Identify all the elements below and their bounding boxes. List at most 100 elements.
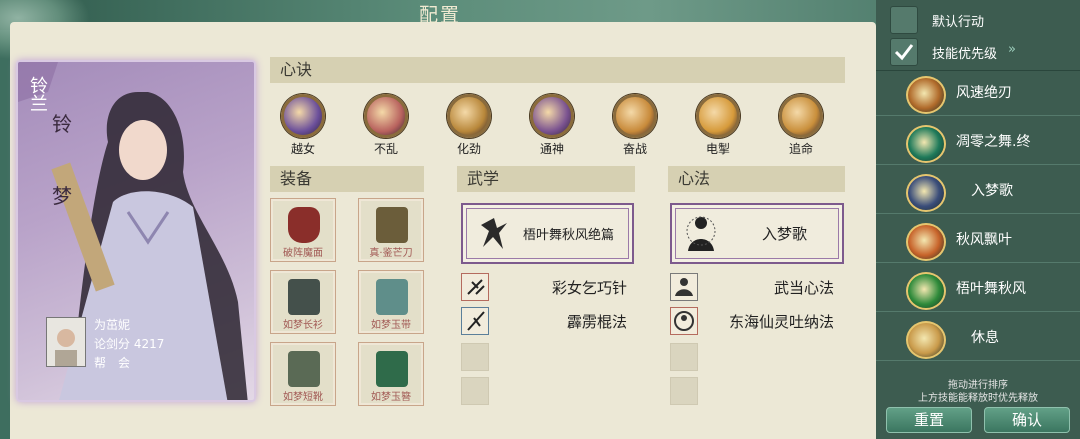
equipment-label: 如梦玉簪 bbox=[371, 392, 411, 403]
priority-skill-item-3[interactable]: 秋风飘叶 bbox=[876, 219, 1080, 263]
priority-skill-item-4[interactable]: 梧叶舞秋风 bbox=[876, 268, 1080, 312]
default-action-checkbox[interactable] bbox=[890, 6, 918, 34]
xinfa-empty-slot-4[interactable] bbox=[670, 377, 698, 405]
equipment-slot-4[interactable]: 如梦短靴 bbox=[270, 342, 336, 406]
score-value: 4217 bbox=[133, 337, 165, 351]
skill-icon bbox=[906, 321, 946, 359]
character-card: 铃兰 铃 梦 为茁妮 论剑分 4217 帮 会 bbox=[16, 60, 256, 402]
meditating-figure-icon bbox=[686, 216, 716, 251]
xinfa-row-1[interactable]: 武当心法 bbox=[704, 277, 834, 298]
wuxue-slot-2[interactable] bbox=[461, 307, 489, 335]
xinjue-skill-row: 越女 不乱 化劲 通神 奋战 电掣 追命 bbox=[268, 94, 848, 160]
lotus-sage-icon bbox=[674, 311, 694, 331]
warrior-icon bbox=[613, 94, 657, 138]
xinjue-skill-6[interactable]: 追命 bbox=[766, 94, 836, 160]
xinjue-skill-2[interactable]: 化劲 bbox=[434, 94, 504, 160]
wuxue-row-2[interactable]: 霹雳棍法 bbox=[495, 311, 627, 332]
xinjue-skill-label: 化劲 bbox=[456, 142, 481, 156]
section-header-xinfa: 心法 bbox=[668, 166, 845, 192]
swordsman-icon bbox=[481, 218, 507, 249]
master-name: 为茁妮 bbox=[94, 318, 131, 332]
saber-icon bbox=[376, 207, 408, 243]
score-label: 论剑分 bbox=[94, 337, 131, 351]
skill-priority-label[interactable]: 技能优先级 bbox=[932, 43, 997, 62]
section-header-equipment: 装备 bbox=[270, 166, 424, 192]
character-title-vertical-2: 梦 bbox=[52, 184, 72, 208]
equipment-slot-5[interactable]: 如梦玉簪 bbox=[358, 342, 424, 406]
score-row: 论剑分 4217 bbox=[94, 335, 164, 352]
hairpin-icon bbox=[376, 351, 408, 387]
xinjue-skill-label: 越女 bbox=[290, 142, 315, 156]
wuxue-empty-slot-4[interactable] bbox=[461, 377, 489, 405]
skill-priority-sidebar: 默认行动 技能优先级 » 风速绝刃 凋零之舞.终 入梦歌 秋风飘叶 梧叶舞秋风 休息 拖动… bbox=[876, 0, 1080, 439]
priority-skill-label: 秋风飘叶 bbox=[956, 232, 1012, 248]
xinjue-skill-label: 电掣 bbox=[705, 142, 730, 156]
staff-figure-icon bbox=[467, 311, 485, 331]
priority-skill-item-0[interactable]: 风速绝刃 bbox=[876, 72, 1080, 116]
section-header-xinjue: 心诀 bbox=[270, 57, 845, 83]
equipment-label: 如梦短靴 bbox=[283, 392, 323, 403]
equipment-label: 如梦长衫 bbox=[283, 320, 323, 331]
skill-icon bbox=[906, 125, 946, 163]
priority-skill-label: 入梦歌 bbox=[971, 183, 1013, 199]
xinjue-skill-label: 奋战 bbox=[622, 142, 647, 156]
seated-sage-icon bbox=[675, 278, 693, 296]
equipment-slot-3[interactable]: 如梦玉带 bbox=[358, 270, 424, 334]
chevron-right-icon[interactable]: » bbox=[1008, 42, 1016, 57]
confirm-button[interactable]: 确认 bbox=[984, 407, 1070, 433]
xinjue-skill-label: 不乱 bbox=[373, 142, 398, 156]
xinfa-main-card[interactable]: 入梦歌 bbox=[670, 203, 844, 264]
equipment-slot-0[interactable]: 破阵魔面 bbox=[270, 198, 336, 262]
xinjue-skill-0[interactable]: 越女 bbox=[268, 94, 338, 160]
priority-skill-item-5[interactable]: 休息 bbox=[876, 317, 1080, 361]
wuxue-slot-1[interactable] bbox=[461, 273, 489, 301]
wuxue-empty-slot-3[interactable] bbox=[461, 343, 489, 371]
skill-icon bbox=[906, 223, 946, 261]
character-name-vertical: 铃兰 bbox=[27, 76, 48, 112]
xinfa-slot-2[interactable] bbox=[670, 307, 698, 335]
boots-icon bbox=[288, 351, 320, 387]
priority-skill-label: 梧叶舞秋风 bbox=[956, 281, 1026, 297]
xinfa-empty-slot-3[interactable] bbox=[670, 343, 698, 371]
wuxue-main-card[interactable]: 梧叶舞秋风绝篇 bbox=[461, 203, 634, 264]
dash-icon bbox=[779, 94, 823, 138]
demon-mask-icon bbox=[288, 207, 320, 243]
sidebar-divider bbox=[876, 70, 1080, 71]
xinfa-row-2[interactable]: 东海仙灵吐纳法 bbox=[704, 311, 834, 332]
skill-icon bbox=[906, 174, 946, 212]
character-title-vertical-1: 铃 bbox=[52, 112, 72, 136]
guild-label: 帮 会 bbox=[94, 356, 131, 370]
default-action-label[interactable]: 默认行动 bbox=[932, 11, 984, 30]
skill-icon bbox=[906, 272, 946, 310]
xinfa-slot-1[interactable] bbox=[670, 273, 698, 301]
reset-button[interactable]: 重置 bbox=[886, 407, 972, 433]
meditating-figure-icon bbox=[364, 94, 408, 138]
xinjue-skill-3[interactable]: 通神 bbox=[517, 94, 587, 160]
equipment-label: 如梦玉带 bbox=[371, 320, 411, 331]
wuxue-row-1[interactable]: 彩女乞巧针 bbox=[495, 277, 627, 298]
priority-skill-item-2[interactable]: 入梦歌 bbox=[876, 170, 1080, 214]
jade-belt-icon bbox=[376, 279, 408, 315]
section-header-wuxue: 武学 bbox=[457, 166, 635, 192]
sort-hint-line-2: 上方技能能释放时优先释放 bbox=[918, 393, 1038, 404]
xinjue-skill-5[interactable]: 电掣 bbox=[683, 94, 753, 160]
xinjue-skill-4[interactable]: 奋战 bbox=[600, 94, 670, 160]
monk-avatar-icon bbox=[55, 329, 77, 366]
page-title: 配置 bbox=[418, 4, 461, 26]
master-avatar[interactable] bbox=[46, 317, 86, 367]
swirl-icon bbox=[447, 94, 491, 138]
skill-priority-checkbox[interactable] bbox=[890, 38, 918, 66]
priority-skill-item-1[interactable]: 凋零之舞.终 bbox=[876, 121, 1080, 165]
equipment-label: 破阵魔面 bbox=[283, 248, 323, 259]
equipment-label: 真·鉴芒刀 bbox=[369, 248, 413, 259]
lightning-bracket-icon bbox=[696, 94, 740, 138]
xinjue-skill-1[interactable]: 不乱 bbox=[351, 94, 421, 160]
xinjue-skill-label: 追命 bbox=[788, 142, 813, 156]
needle-figure-icon bbox=[467, 279, 485, 295]
priority-skill-label: 凋零之舞.终 bbox=[956, 134, 1031, 150]
priority-skill-list: 风速绝刃凋零之舞.终 入梦歌秋风飘叶梧叶舞秋风休息 bbox=[876, 72, 1080, 368]
wuxue-main-label: 梧叶舞秋风绝篇 bbox=[523, 228, 615, 243]
equipment-slot-2[interactable]: 如梦长衫 bbox=[270, 270, 336, 334]
xinfa-main-label: 入梦歌 bbox=[762, 225, 808, 243]
equipment-slot-1[interactable]: 真·鉴芒刀 bbox=[358, 198, 424, 262]
